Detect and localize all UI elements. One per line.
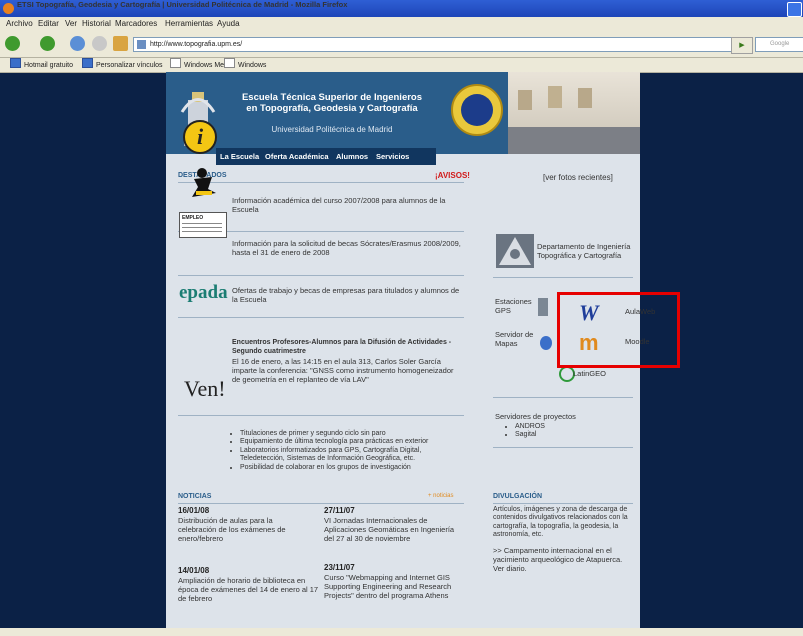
status-bar — [0, 628, 803, 636]
divider — [493, 277, 633, 278]
departamento-logo — [496, 234, 534, 268]
estaciones-gps-link[interactable]: Estaciones GPS — [495, 297, 537, 315]
info-icon: i — [183, 120, 217, 154]
bookmark-icon — [10, 58, 21, 68]
site-title-line2: en Topografía, Geodesia y Cartografía — [246, 103, 418, 114]
search-placeholder: Google — [770, 41, 790, 47]
student-figure-icon — [192, 168, 216, 197]
site-header: Escuela Técnica Superior de Ingenieros e… — [166, 72, 640, 154]
servidor-item-andros[interactable]: ANDROS — [515, 423, 623, 431]
news-item-3[interactable]: Ampliación de horario de biblioteca en é… — [178, 576, 323, 603]
menu-editar[interactable]: Editar — [38, 17, 59, 31]
divulgacion-heading: DIVULGACIÓN — [493, 493, 542, 500]
avisos-link[interactable]: ¡AVISOS! — [435, 171, 470, 180]
ven-bullet: Titulaciones de primer y segundo ciclo s… — [240, 430, 464, 438]
divider — [178, 275, 464, 276]
stop-button[interactable] — [92, 36, 107, 51]
divider — [178, 415, 464, 416]
servidores-title: Servidores de proyectos — [495, 412, 576, 421]
go-button[interactable]: ▶ — [731, 37, 753, 54]
servidores-list: ANDROS Sagital — [503, 423, 623, 440]
bookmark-personalizar[interactable]: Personalizar vínculos — [82, 58, 163, 73]
news-item-4[interactable]: Curso "Webmapping and Internet GIS Suppo… — [324, 573, 452, 600]
highlight-box — [557, 292, 680, 368]
news-date: 27/11/07 — [324, 506, 355, 515]
site-subtitle: Universidad Politécnica de Madrid — [271, 125, 393, 134]
firefox-icon — [3, 3, 14, 14]
gps-antenna-icon — [538, 298, 548, 316]
bookmark-hotmail[interactable]: Hotmail gratuito — [10, 58, 73, 73]
ven-logo: Ven! — [184, 376, 226, 401]
site-favicon — [137, 40, 146, 49]
ven-bullets: Titulaciones de primer y segundo ciclo s… — [228, 430, 464, 472]
back-button[interactable] — [5, 36, 20, 51]
window-title: ETSI Topografía, Geodesia y Cartografía … — [17, 0, 348, 9]
news-date: 14/01/08 — [178, 566, 210, 575]
divider — [493, 447, 633, 448]
bookmarks-bar: Hotmail gratuito Personalizar vínculos W… — [0, 58, 803, 73]
menu-marcadores[interactable]: Marcadores — [115, 17, 157, 31]
news-item-1[interactable]: Distribución de aulas para la celebració… — [178, 516, 306, 543]
nav-servicios[interactable]: Servicios — [376, 148, 409, 165]
divider — [493, 503, 633, 504]
title-bar: ETSI Topografía, Geodesia y Cartografía … — [0, 0, 803, 17]
bookmark-windows[interactable]: Windows — [224, 58, 266, 73]
reload-button[interactable] — [70, 36, 85, 51]
university-seal-logo — [451, 84, 503, 136]
classroom-photo — [508, 72, 640, 154]
home-button[interactable] — [113, 36, 128, 51]
fotos-recientes-link[interactable]: [ver fotos recientes] — [543, 173, 613, 182]
menu-ver[interactable]: Ver — [65, 17, 77, 31]
destacado-item-2[interactable]: Información para la solicitud de becas S… — [232, 239, 462, 257]
news-date: 23/11/07 — [324, 563, 355, 572]
destacado-item-1[interactable]: Información académica del curso 2007/200… — [232, 196, 462, 214]
destacado-item-3[interactable]: Ofertas de trabajo y becas de empresas p… — [232, 286, 462, 304]
divider — [178, 503, 464, 504]
departamento-link[interactable]: Departamento de Ingeniería Topográfica y… — [537, 242, 637, 260]
nav-alumnos[interactable]: Alumnos — [336, 148, 368, 165]
divider — [178, 182, 464, 183]
nav-la-escuela[interactable]: La Escuela — [220, 148, 259, 165]
servidor-mapas-link[interactable]: Servidor de Mapas — [495, 330, 537, 348]
more-news-link[interactable]: + noticias — [428, 493, 454, 499]
page-icon — [224, 58, 235, 68]
page-icon — [170, 58, 181, 68]
url-text: http://www.topografia.upm.es/ — [150, 41, 243, 48]
ven-bullet: Laboratorios informatizados para GPS, Ca… — [240, 447, 464, 464]
site-title: Escuela Técnica Superior de Ingenieros e… — [232, 92, 432, 114]
site-title-line1: Escuela Técnica Superior de Ingenieros — [241, 92, 423, 103]
divider — [178, 317, 464, 318]
atapuerca-link[interactable]: >> Campamento internacional en el yacimi… — [493, 546, 633, 573]
encuentros-body: El 16 de enero, a las 14:15 en el aula 3… — [232, 357, 454, 384]
empleo-newspaper-icon: EMPLEO — [179, 212, 227, 238]
navigation-toolbar: http://www.topografia.upm.es/ ▶ Google — [0, 31, 803, 58]
epada-logo: epada — [179, 282, 228, 303]
divider — [493, 397, 633, 398]
menu-archivo[interactable]: Archivo — [6, 17, 33, 31]
close-window-button[interactable] — [787, 2, 802, 17]
ven-bullet: Posibilidad de colaborar en los grupos d… — [240, 464, 464, 472]
noticias-heading: NOTICIAS — [178, 493, 212, 500]
forward-button[interactable] — [40, 36, 55, 51]
menu-historial[interactable]: Historial — [82, 17, 111, 31]
ven-bullet: Equipamiento de última tecnología para p… — [240, 438, 464, 446]
menu-ayuda[interactable]: Ayuda — [217, 17, 240, 31]
menu-herramientas[interactable]: Herramientas — [165, 17, 213, 31]
empleo-label: EMPLEO — [182, 215, 204, 221]
main-nav: La Escuela Oferta Académica Alumnos Serv… — [216, 148, 436, 165]
servidor-item-sagital[interactable]: Sagital — [515, 431, 623, 439]
divulgacion-text[interactable]: Artículos, imágenes y zona de descarga d… — [493, 506, 633, 540]
menu-bar: Archivo Editar Ver Historial Marcadores … — [0, 17, 803, 31]
bookmark-icon — [82, 58, 93, 68]
search-input[interactable]: Google — [755, 37, 803, 52]
news-item-2[interactable]: VI Jornadas Internacionales de Aplicacio… — [324, 516, 459, 543]
news-date: 16/01/08 — [178, 506, 210, 515]
url-bar[interactable]: http://www.topografia.upm.es/ — [133, 37, 733, 52]
globe-icon — [540, 336, 552, 350]
latingeo-link[interactable]: LatinGEO — [573, 369, 606, 378]
encuentros-title[interactable]: Encuentros Profesores-Alumnos para la Di… — [232, 338, 462, 356]
nav-oferta-academica[interactable]: Oferta Académica — [265, 148, 329, 165]
